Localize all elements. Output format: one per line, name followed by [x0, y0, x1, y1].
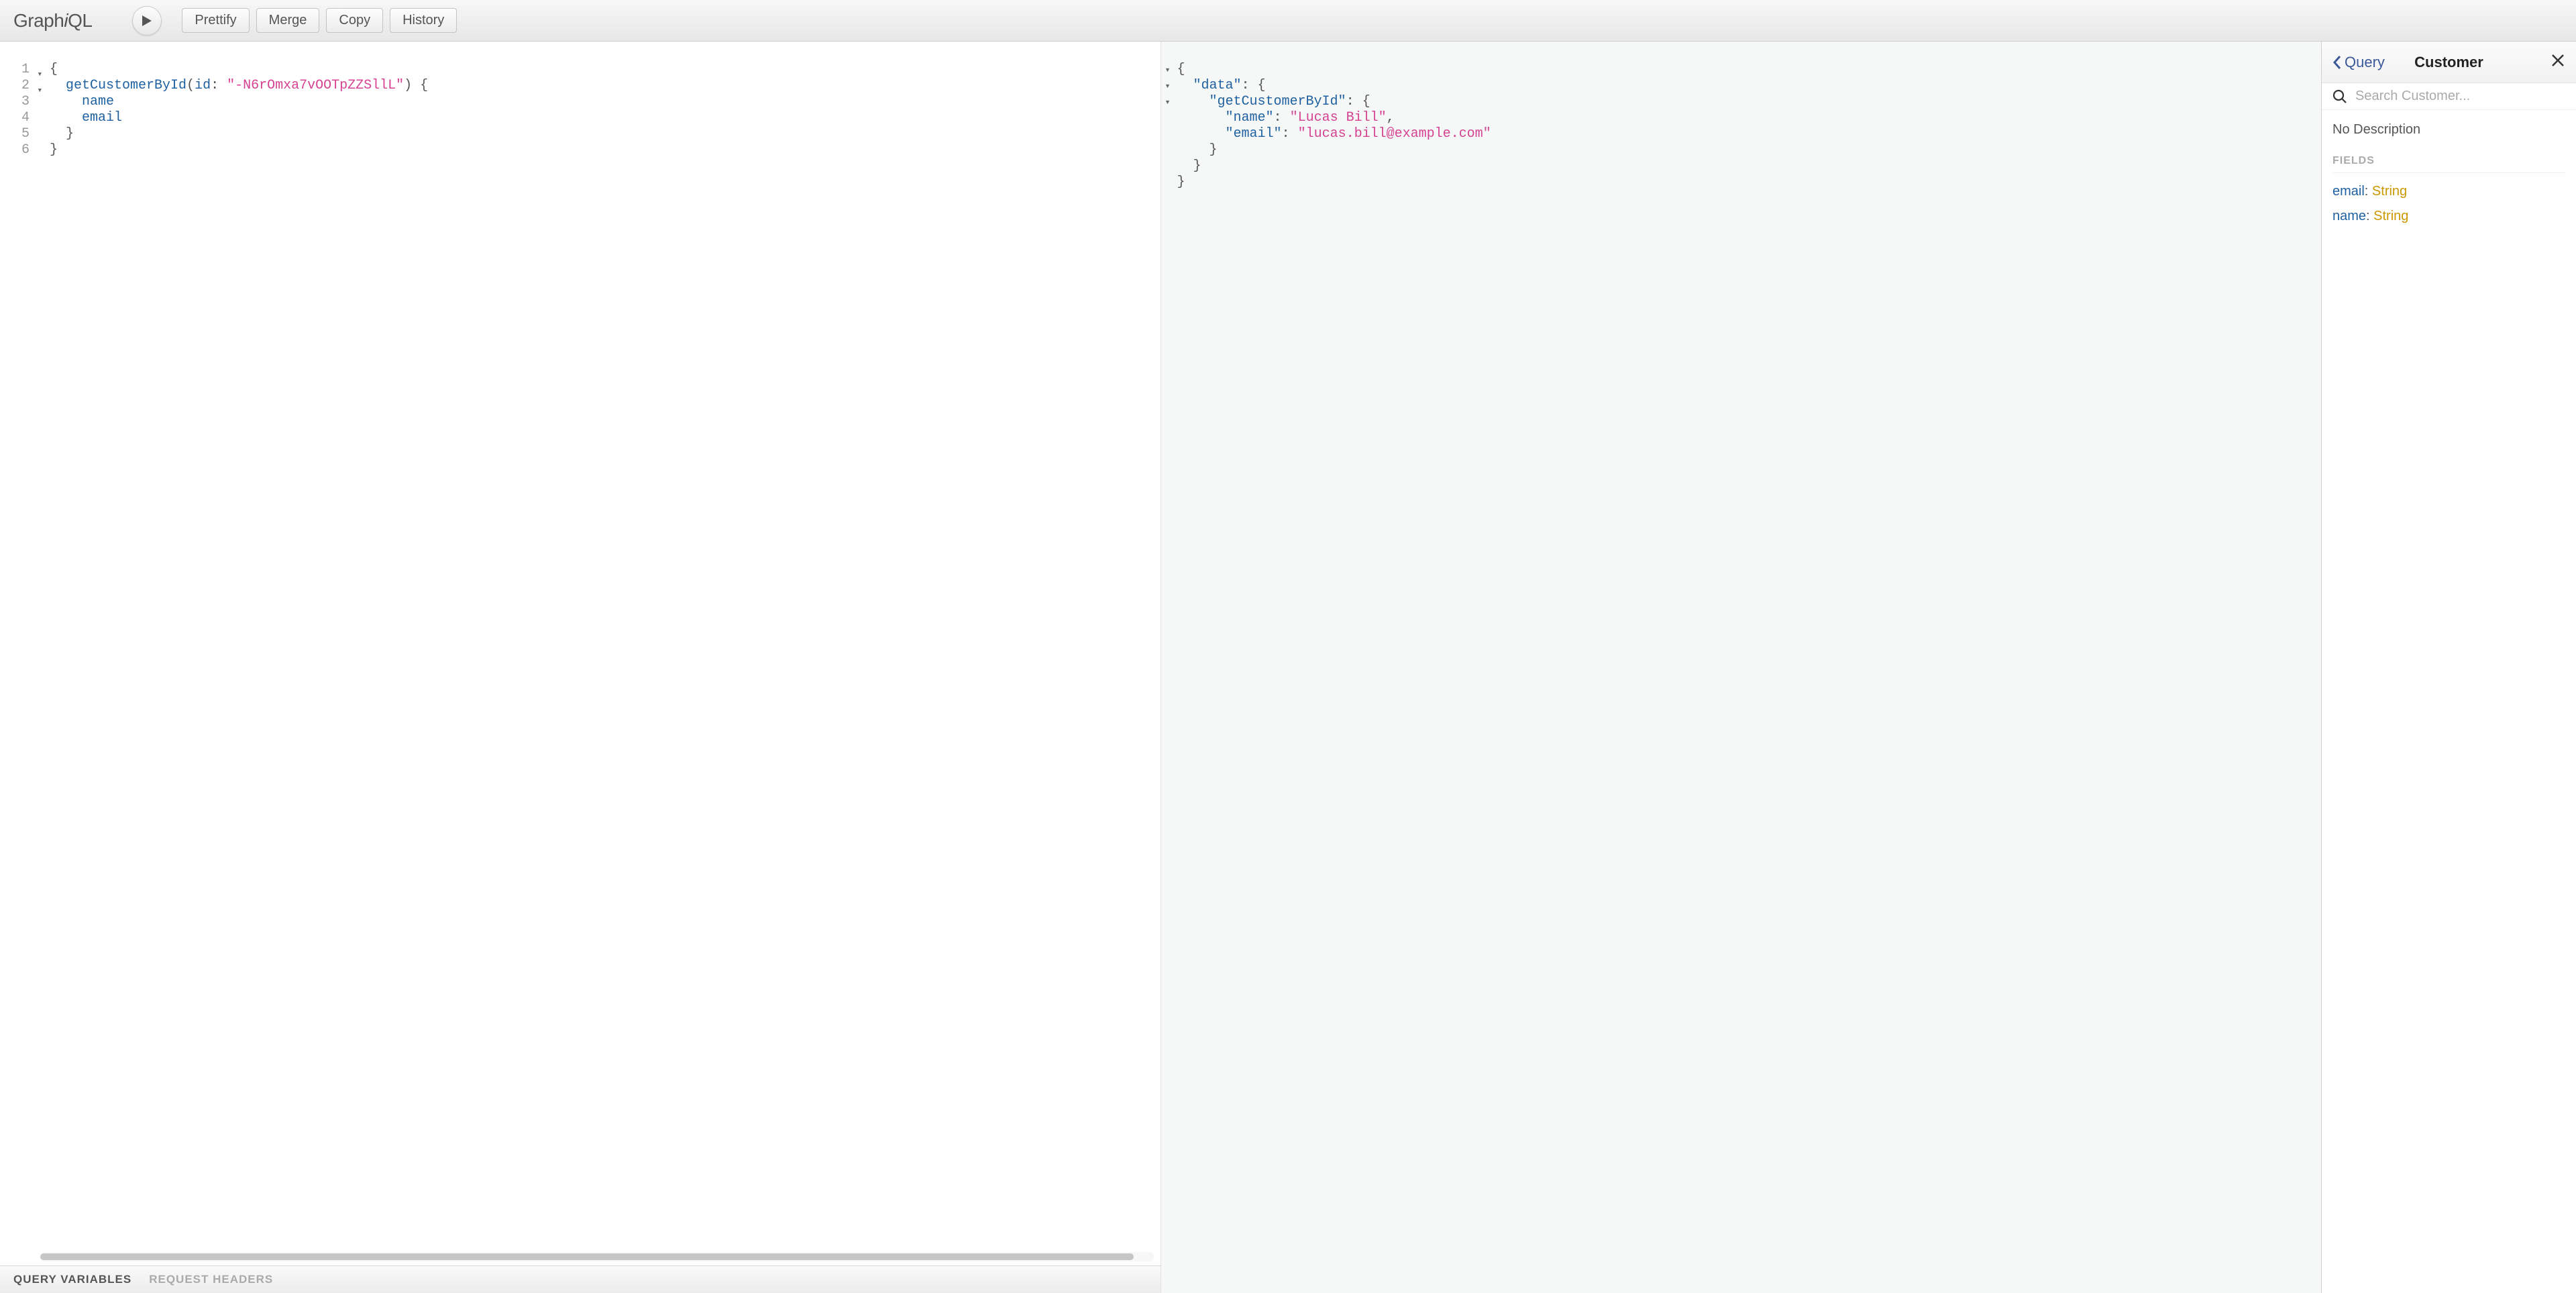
query-code[interactable]: { getCustomerById(id: "-N6rOmxa7vOOTpZZS…	[34, 42, 1161, 1252]
query-editor[interactable]: 1▼2▼3456 { getCustomerById(id: "-N6rOmxa…	[0, 42, 1161, 1252]
result-column: ▼▼▼ { "data": { "getCustomerById": { "na…	[1161, 42, 2322, 1293]
topbar: GraphiQL Prettify Merge Copy History	[0, 0, 2576, 42]
result-fold-gutter: ▼▼▼	[1161, 42, 1175, 1293]
docs-body: No Description FIELDS email: String name:…	[2322, 110, 2576, 243]
tab-query-variables[interactable]: QUERY VARIABLES	[13, 1273, 131, 1286]
main: 1▼2▼3456 { getCustomerById(id: "-N6rOmxa…	[0, 42, 2576, 1293]
docs-back-button[interactable]: Query	[2332, 54, 2385, 71]
docs-panel: Query Customer No Description FIELDS ema…	[2321, 42, 2576, 1293]
docs-fields-list: email: String name: String	[2332, 184, 2565, 224]
editor-column: 1▼2▼3456 { getCustomerById(id: "-N6rOmxa…	[0, 42, 1161, 1293]
merge-button[interactable]: Merge	[256, 8, 320, 33]
tab-request-headers[interactable]: REQUEST HEADERS	[149, 1273, 273, 1286]
graphiql-logo: GraphiQL	[13, 10, 92, 32]
docs-field[interactable]: email: String	[2332, 184, 2565, 199]
play-icon	[142, 15, 152, 27]
docs-fields-heading: FIELDS	[2332, 155, 2565, 173]
editor-bottom-tabs: QUERY VARIABLES REQUEST HEADERS	[0, 1265, 1161, 1293]
docs-search-input[interactable]	[2355, 89, 2565, 104]
docs-close-button[interactable]	[2551, 53, 2565, 71]
docs-description: No Description	[2332, 122, 2565, 138]
close-icon	[2551, 53, 2565, 68]
chevron-left-icon	[2332, 55, 2342, 70]
docs-header: Query Customer	[2322, 42, 2576, 83]
copy-button[interactable]: Copy	[326, 8, 383, 33]
docs-search	[2322, 83, 2576, 110]
prettify-button[interactable]: Prettify	[182, 8, 249, 33]
history-button[interactable]: History	[390, 8, 457, 33]
search-icon	[2332, 89, 2347, 104]
docs-field[interactable]: name: String	[2332, 209, 2565, 224]
execute-button[interactable]	[132, 6, 162, 36]
horizontal-scrollbar[interactable]	[40, 1252, 1154, 1261]
result-viewer: { "data": { "getCustomerById": { "name":…	[1175, 42, 2322, 1293]
line-gutter: 1▼2▼3456	[0, 42, 34, 1252]
